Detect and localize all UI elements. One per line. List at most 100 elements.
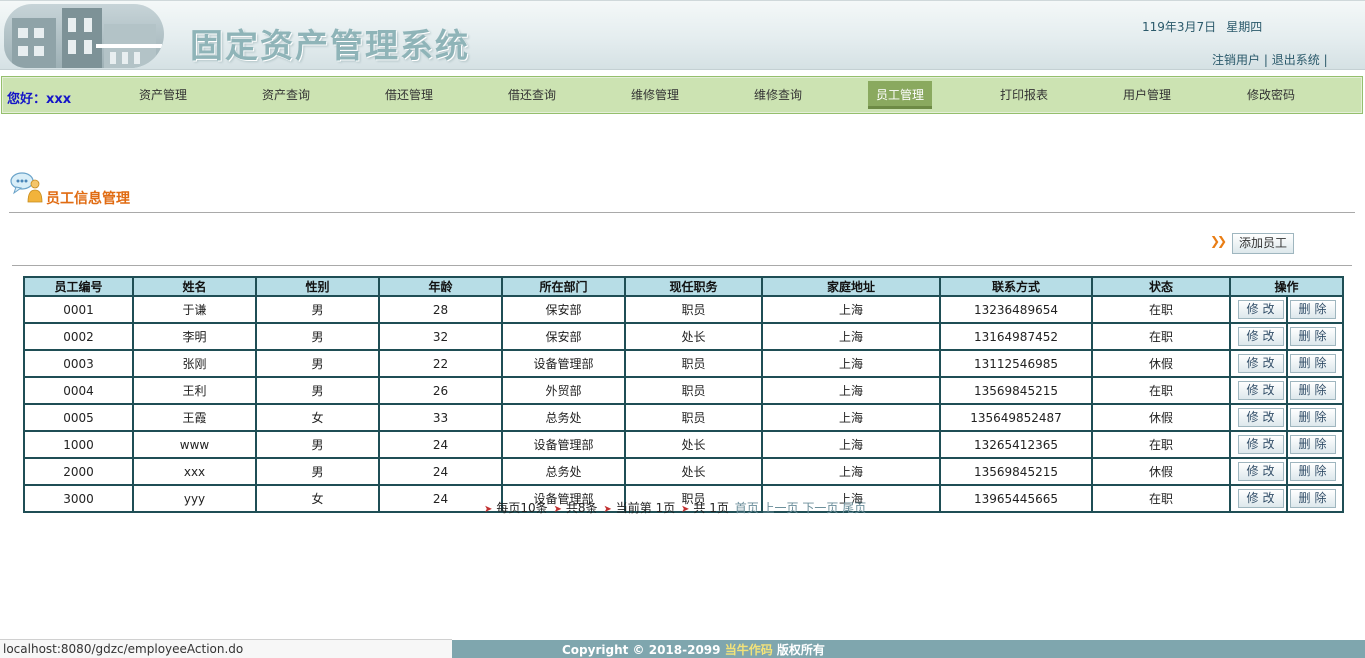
- action-separator: [1285, 297, 1288, 322]
- rights-text: 版权所有: [772, 643, 825, 657]
- edit-button[interactable]: 修改: [1237, 435, 1284, 454]
- table-row: 2000 xxx 男 24 总务处 处长 上海 13569845215 休假 修改 删除: [23, 457, 1344, 486]
- column-header-gender: 性别: [255, 276, 380, 297]
- cell-position: 职员: [624, 295, 763, 324]
- logout-user-link[interactable]: 注销用户: [1212, 53, 1260, 67]
- delete-button[interactable]: 删除: [1289, 408, 1336, 427]
- cell-address: 上海: [761, 430, 941, 459]
- cell-department: 保安部: [501, 295, 626, 324]
- cell-name: xxx: [132, 457, 257, 486]
- next-page-link[interactable]: 下一页: [802, 501, 838, 515]
- cell-position: 处长: [624, 457, 763, 486]
- cell-status: 在职: [1091, 376, 1231, 405]
- cell-age: 26: [378, 376, 503, 405]
- cell-position: 处长: [624, 430, 763, 459]
- cell-status: 休假: [1091, 349, 1231, 378]
- nav-item-change-password[interactable]: 修改密码: [1236, 81, 1306, 109]
- system-title: 固定资产管理系统: [190, 26, 470, 65]
- cell-address: 上海: [761, 376, 941, 405]
- edit-button[interactable]: 修改: [1237, 408, 1284, 427]
- cell-gender: 男: [255, 349, 380, 378]
- cell-status: 在职: [1091, 295, 1231, 324]
- last-page-link[interactable]: 尾页: [842, 501, 866, 515]
- cell-name: yyy: [132, 484, 257, 513]
- cell-contact: 13112546985: [939, 349, 1093, 378]
- cell-status: 休假: [1091, 457, 1231, 486]
- table-row: 0003 张刚男 22 设备管理部 职员 上海 13112546985 休假 修改 删除: [23, 349, 1344, 378]
- cell-gender: 女: [255, 484, 380, 513]
- cell-id: 2000: [23, 457, 134, 486]
- nav-item-repair-query[interactable]: 维修查询: [743, 81, 813, 109]
- edit-button[interactable]: 修改: [1237, 300, 1284, 319]
- nav-item-asset-management[interactable]: 资产管理: [128, 81, 198, 109]
- cell-department: 外贸部: [501, 376, 626, 405]
- edit-button[interactable]: 修改: [1237, 327, 1284, 346]
- column-header-position: 现任职务: [624, 276, 763, 297]
- cell-address: 上海: [761, 295, 941, 324]
- column-header-actions: 操作: [1229, 276, 1344, 297]
- cell-gender: 男: [255, 430, 380, 459]
- nav-item-asset-query[interactable]: 资产查询: [251, 81, 321, 109]
- cell-gender: 女: [255, 403, 380, 432]
- cell-actions: 修改 删除: [1229, 403, 1344, 432]
- cell-id: 1000: [23, 430, 134, 459]
- delete-button[interactable]: 删除: [1289, 354, 1336, 373]
- table-row: 1000 www 男 24 设备管理部 处长 上海 13265412365 在职 修改 删除: [23, 430, 1344, 459]
- column-header-age: 年龄: [378, 276, 503, 297]
- action-separator: [1285, 405, 1288, 430]
- cell-id: 3000: [23, 484, 134, 513]
- edit-button[interactable]: 修改: [1237, 462, 1284, 481]
- cell-actions: 修改 删除: [1229, 349, 1344, 378]
- per-page-text: 每页10条: [496, 501, 548, 515]
- prev-page-link[interactable]: 上一页: [763, 501, 799, 515]
- link-separator-end: |: [1323, 53, 1328, 67]
- nav-item-print-report[interactable]: 打印报表: [989, 81, 1059, 109]
- first-page-link[interactable]: 首页: [735, 501, 759, 515]
- nav-item-borrow-query[interactable]: 借还查询: [497, 81, 567, 109]
- cell-contact: 135649852487: [939, 403, 1093, 432]
- cell-contact: 13965445665: [939, 484, 1093, 513]
- greeting: 您好：xxx: [7, 92, 72, 107]
- cell-actions: 修改 删除: [1229, 430, 1344, 459]
- delete-button[interactable]: 删除: [1289, 300, 1336, 319]
- delete-button[interactable]: 删除: [1289, 462, 1336, 481]
- delete-button[interactable]: 删除: [1289, 489, 1336, 508]
- edit-button[interactable]: 修改: [1237, 354, 1284, 373]
- author-text: 当牛作码: [724, 643, 773, 657]
- delete-button[interactable]: 删除: [1289, 327, 1336, 346]
- cell-id: 0001: [23, 295, 134, 324]
- pager-arrow-icon: ➤: [553, 504, 562, 515]
- cell-age: 22: [378, 349, 503, 378]
- add-employee-button[interactable]: 添加员工: [1232, 233, 1294, 254]
- cell-contact: 13265412365: [939, 430, 1093, 459]
- cell-name: 李明: [132, 322, 257, 351]
- action-separator: [1285, 486, 1288, 511]
- divider: [9, 212, 1355, 213]
- action-separator: [1285, 459, 1288, 484]
- nav-item-employee-management[interactable]: 员工管理: [868, 81, 932, 109]
- cell-position: 职员: [624, 349, 763, 378]
- pager-arrow-icon: ➤: [681, 504, 690, 515]
- cell-contact: 13164987452: [939, 322, 1093, 351]
- delete-button[interactable]: 删除: [1289, 435, 1336, 454]
- nav-item-user-management[interactable]: 用户管理: [1112, 81, 1182, 109]
- cell-status: 在职: [1091, 484, 1231, 513]
- edit-button[interactable]: 修改: [1237, 489, 1284, 508]
- cell-actions: 修改 删除: [1229, 322, 1344, 351]
- cell-address: 上海: [761, 349, 941, 378]
- main-nav: 您好：xxx 资产管理 资产查询 借还管理 借还查询 维修管理 维修查询 员工管…: [1, 76, 1363, 114]
- table-row: 0002 李明男 32 保安部 处长 上海 13164987452 在职 修改 删除: [23, 322, 1344, 351]
- header-banner: 固定资产管理系统 119年3月7日 星期四 注销用户 | 退出系统 |: [0, 0, 1365, 70]
- exit-system-link[interactable]: 退出系统: [1272, 53, 1320, 67]
- cell-department: 设备管理部: [501, 430, 626, 459]
- nav-item-borrow-management[interactable]: 借还管理: [374, 81, 444, 109]
- cell-gender: 男: [255, 295, 380, 324]
- employee-chat-icon: [10, 172, 43, 203]
- current-page-text: 当前第 1页: [615, 501, 676, 515]
- link-separator: |: [1263, 53, 1268, 67]
- delete-button[interactable]: 删除: [1289, 381, 1336, 400]
- copyright-text: Copyright © 2018-2099: [562, 643, 725, 657]
- action-separator: [1285, 324, 1288, 349]
- edit-button[interactable]: 修改: [1237, 381, 1284, 400]
- nav-item-repair-management[interactable]: 维修管理: [620, 81, 690, 109]
